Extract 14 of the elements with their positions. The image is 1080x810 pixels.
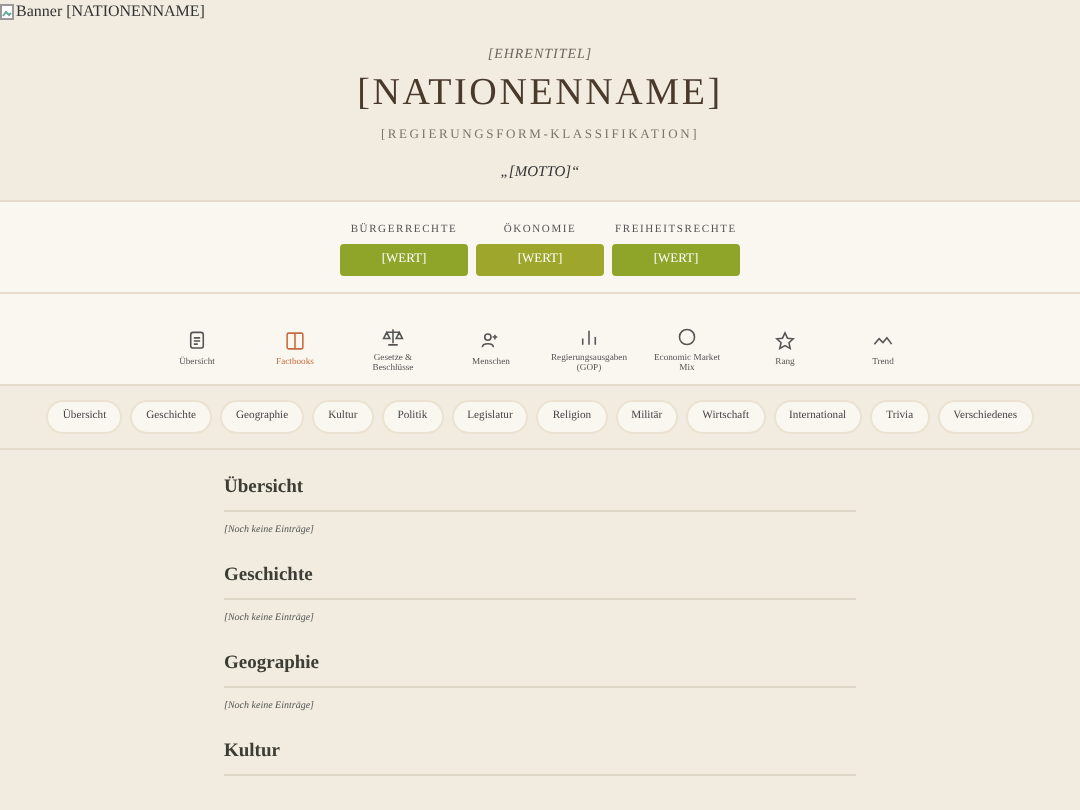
image-alt-text: Banner [NATIONENNAME]: [16, 0, 205, 24]
nation-name: [NATIONENNAME]: [355, 73, 725, 115]
section-heading: Kultur: [224, 741, 856, 776]
star-icon: [774, 330, 796, 353]
people-icon: [480, 330, 502, 353]
section-heading: Übersicht: [224, 478, 856, 512]
scales-icon: [382, 325, 404, 347]
circle-icon: [676, 325, 698, 347]
section-heading: Geschichte: [224, 565, 856, 600]
book-icon: [284, 330, 306, 353]
document-icon: [186, 330, 208, 353]
bar-chart-icon: [578, 325, 600, 347]
broken-image-icon: [0, 4, 14, 20]
section-heading: Geographie: [224, 653, 856, 688]
